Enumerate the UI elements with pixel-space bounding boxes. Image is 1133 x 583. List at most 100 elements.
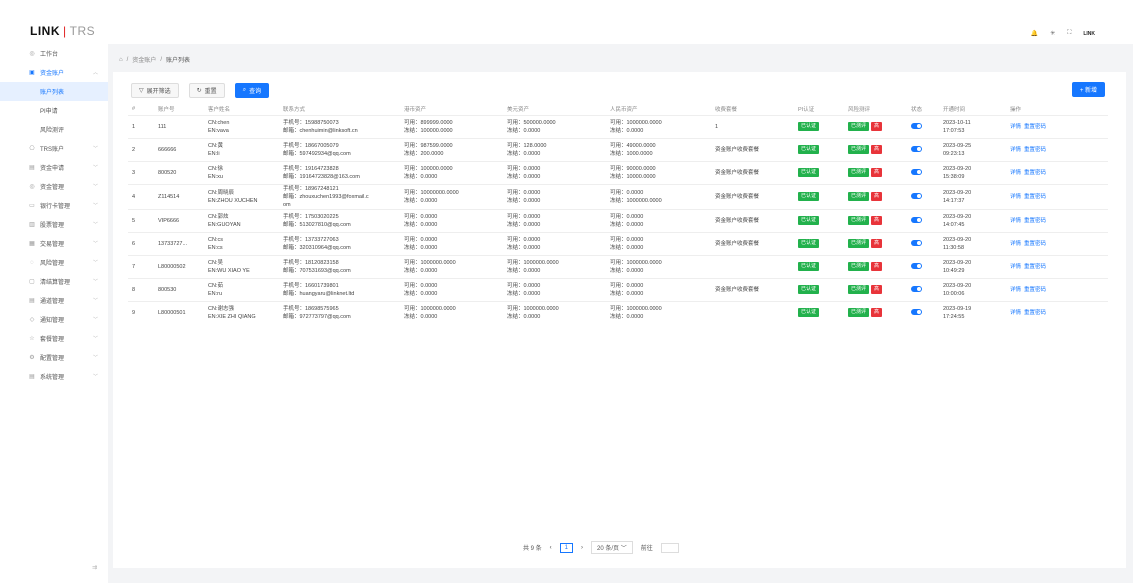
reset-password-link[interactable]: 重置密码 <box>1024 287 1046 293</box>
status-cell <box>907 114 939 138</box>
chevron-down-icon: ﹀ <box>620 546 627 552</box>
sidebar-item-system[interactable]: ▤ 系统管理 ﹀ <box>0 367 108 386</box>
logo-rest: TRS <box>69 24 96 38</box>
column-header: PI认证 <box>798 106 815 113</box>
usd-assets: 可用：0.0000 冻结：0.0000 <box>503 160 606 184</box>
sidebar-item-fund-account[interactable]: ▣ 资金账户 ︿ <box>0 63 108 82</box>
detail-link[interactable]: 详情 <box>1010 194 1021 200</box>
sidebar-sub-account-list[interactable]: 账户列表 <box>0 82 108 101</box>
phone: 手机号：13733727063 <box>283 236 339 243</box>
collapse-sidebar-icon[interactable]: ⇉ <box>92 564 97 571</box>
table-row: 4 Z114514 CN:周晓辰 EN:ZHOU XUCHEN 手机号：18967248… <box>128 183 1108 209</box>
status-toggle[interactable] <box>911 217 922 224</box>
risk-assessed-badge: 已测评 <box>848 192 870 201</box>
sidebar-item-channel[interactable]: ▤ 通道管理 ﹀ <box>0 291 108 310</box>
sidebar: ◎ 工作台 ▣ 资金账户 ︿ 账户列表 PI申请 风险测评 ⎔ TRS账户 ﹀ ▤ 资金申请… <box>0 44 108 583</box>
cny-assets: 可用：0.0000 冻结：0.0000 <box>606 208 711 232</box>
sidebar-item-workbench[interactable]: ◎ 工作台 <box>0 44 108 63</box>
contact: 手机号：13733727063 邮箱：320310964@qq.com <box>279 231 400 255</box>
detail-link[interactable]: 详情 <box>1010 264 1021 270</box>
sidebar-item-label: 交易管理 <box>40 242 65 248</box>
fee-package <box>711 300 794 324</box>
chevron-down-icon: ﹀ <box>92 241 98 247</box>
pi-cell: 已认证 <box>794 277 844 301</box>
sidebar-item-trs-account[interactable]: ⎔ TRS账户 ﹀ <box>0 139 108 158</box>
detail-link[interactable]: 详情 <box>1010 310 1021 316</box>
risk-assessed-badge: 已测评 <box>848 216 870 225</box>
next-page-icon[interactable]: › <box>581 545 583 551</box>
detail-link[interactable]: 详情 <box>1010 170 1021 176</box>
sidebar-item-fund-manage[interactable]: ◎ 资金管理 ﹀ <box>0 177 108 196</box>
usd-assets: 可用：500000.0000 冻结：0.0000 <box>503 114 606 138</box>
add-button[interactable]: + 新增 <box>1071 82 1105 97</box>
sidebar-item-label: TRS账户 <box>40 147 65 153</box>
usd-frozen: 冻结：0.0000 <box>507 244 541 251</box>
sidebar-item-label: 工作台 <box>40 52 59 58</box>
detail-link[interactable]: 详情 <box>1010 218 1021 224</box>
risk-level-badge: 高 <box>871 216 883 225</box>
sidebar-item-trade[interactable]: ▦ 交易管理 ﹀ <box>0 234 108 253</box>
sidebar-item-settlement[interactable]: ▢ 清结算管理 ﹀ <box>0 272 108 291</box>
goto-page-input[interactable] <box>660 542 679 553</box>
sidebar-item-risk[interactable]: ◌ 风险管理 ﹀ <box>0 253 108 272</box>
fee-package: 资金账户收费套餐 <box>711 208 794 232</box>
reset-password-link[interactable]: 重置密码 <box>1024 194 1046 200</box>
open-date: 2023-09-20 <box>943 282 972 289</box>
sidebar-item-bank-card[interactable]: ▭ 银行卡管理 ﹀ <box>0 196 108 215</box>
prev-page-icon[interactable]: ‹ <box>550 545 552 551</box>
reset-password-link[interactable]: 重置密码 <box>1024 241 1046 247</box>
detail-link[interactable]: 详情 <box>1010 287 1021 293</box>
status-toggle[interactable] <box>911 169 922 176</box>
bell-icon[interactable]: 🔔 <box>1031 30 1038 37</box>
sidebar-item-notice[interactable]: ◇ 通知管理 ﹀ <box>0 310 108 329</box>
risk-assessed-badge: 已测评 <box>848 308 870 318</box>
row-index: 4 <box>128 183 154 209</box>
status-toggle[interactable] <box>911 286 922 293</box>
status-toggle[interactable] <box>911 309 922 316</box>
home-icon[interactable]: ⌂ <box>119 57 123 63</box>
app-logo[interactable]: LINK | TRS <box>30 25 95 37</box>
expand-filter-button[interactable]: ▽ 展开筛选 <box>131 83 179 98</box>
risk-level-badge: 高 <box>871 308 883 318</box>
grid-icon: ▦ <box>29 241 35 247</box>
table-header-row: # 账户号 客户姓名 联系方式 港币资产 美元资产 人民币资产 收费套餐 PI认证 风险测评 状态 开… <box>128 103 1108 115</box>
sidebar-item-fund-apply[interactable]: ▤ 资金申请 ﹀ <box>0 158 108 177</box>
query-button[interactable]: ⌕ 查询 <box>234 83 270 98</box>
sidebar-item-package[interactable]: ☆ 套餐管理 ﹀ <box>0 329 108 348</box>
status-toggle[interactable] <box>911 146 922 153</box>
breadcrumb-fund-account[interactable]: 资金账户 <box>132 55 156 64</box>
detail-link[interactable]: 详情 <box>1010 124 1021 130</box>
contact: 手机号：17503020225 邮箱：513027810@qq.com <box>279 208 400 232</box>
reset-password-link[interactable]: 重置密码 <box>1024 264 1046 270</box>
sidebar-item-stock[interactable]: ▥ 股票管理 ﹀ <box>0 215 108 234</box>
status-toggle[interactable] <box>911 123 922 130</box>
column-header: 风险测评 <box>848 106 871 113</box>
detail-link[interactable]: 详情 <box>1010 241 1021 247</box>
status-toggle[interactable] <box>911 263 922 270</box>
fullscreen-icon[interactable]: ⛶ <box>1067 30 1071 37</box>
detail-link[interactable]: 详情 <box>1010 147 1021 153</box>
sidebar-sub-risk-assessment[interactable]: 风险测评 <box>0 120 108 139</box>
user-menu[interactable]: LINK <box>1083 31 1095 37</box>
open-clock: 10:49:29 <box>943 267 965 274</box>
page-number[interactable]: 1 <box>559 542 574 553</box>
name-cn: CN:徐 <box>208 165 223 172</box>
reset-password-link[interactable]: 重置密码 <box>1024 310 1046 316</box>
sidebar-item-config[interactable]: ⚙ 配置管理 ﹀ <box>0 348 108 367</box>
reset-password-link[interactable]: 重置密码 <box>1024 170 1046 176</box>
status-toggle[interactable] <box>911 240 922 247</box>
reset-password-link[interactable]: 重置密码 <box>1024 218 1046 224</box>
open-date: 2023-09-20 <box>943 236 972 243</box>
page-size-select[interactable]: 20 条/页 ﹀ <box>591 541 633 554</box>
reset-password-link[interactable]: 重置密码 <box>1024 147 1046 153</box>
usd-frozen: 冻结：0.0000 <box>507 267 541 274</box>
status-toggle[interactable] <box>911 193 922 200</box>
reset-password-link[interactable]: 重置密码 <box>1024 124 1046 130</box>
name-en: EN:ZHOU XUCHEN <box>208 197 258 204</box>
logo-bold: LINK <box>30 24 60 38</box>
settings-icon[interactable]: ✳ <box>1050 30 1055 37</box>
open-time: 2023-09-20 10:00:06 <box>939 277 1006 301</box>
sidebar-sub-pi-apply[interactable]: PI申请 <box>0 101 108 120</box>
name-en: EN:GUOYAN <box>208 221 241 228</box>
reset-button[interactable]: ↻ 重置 <box>188 83 225 98</box>
